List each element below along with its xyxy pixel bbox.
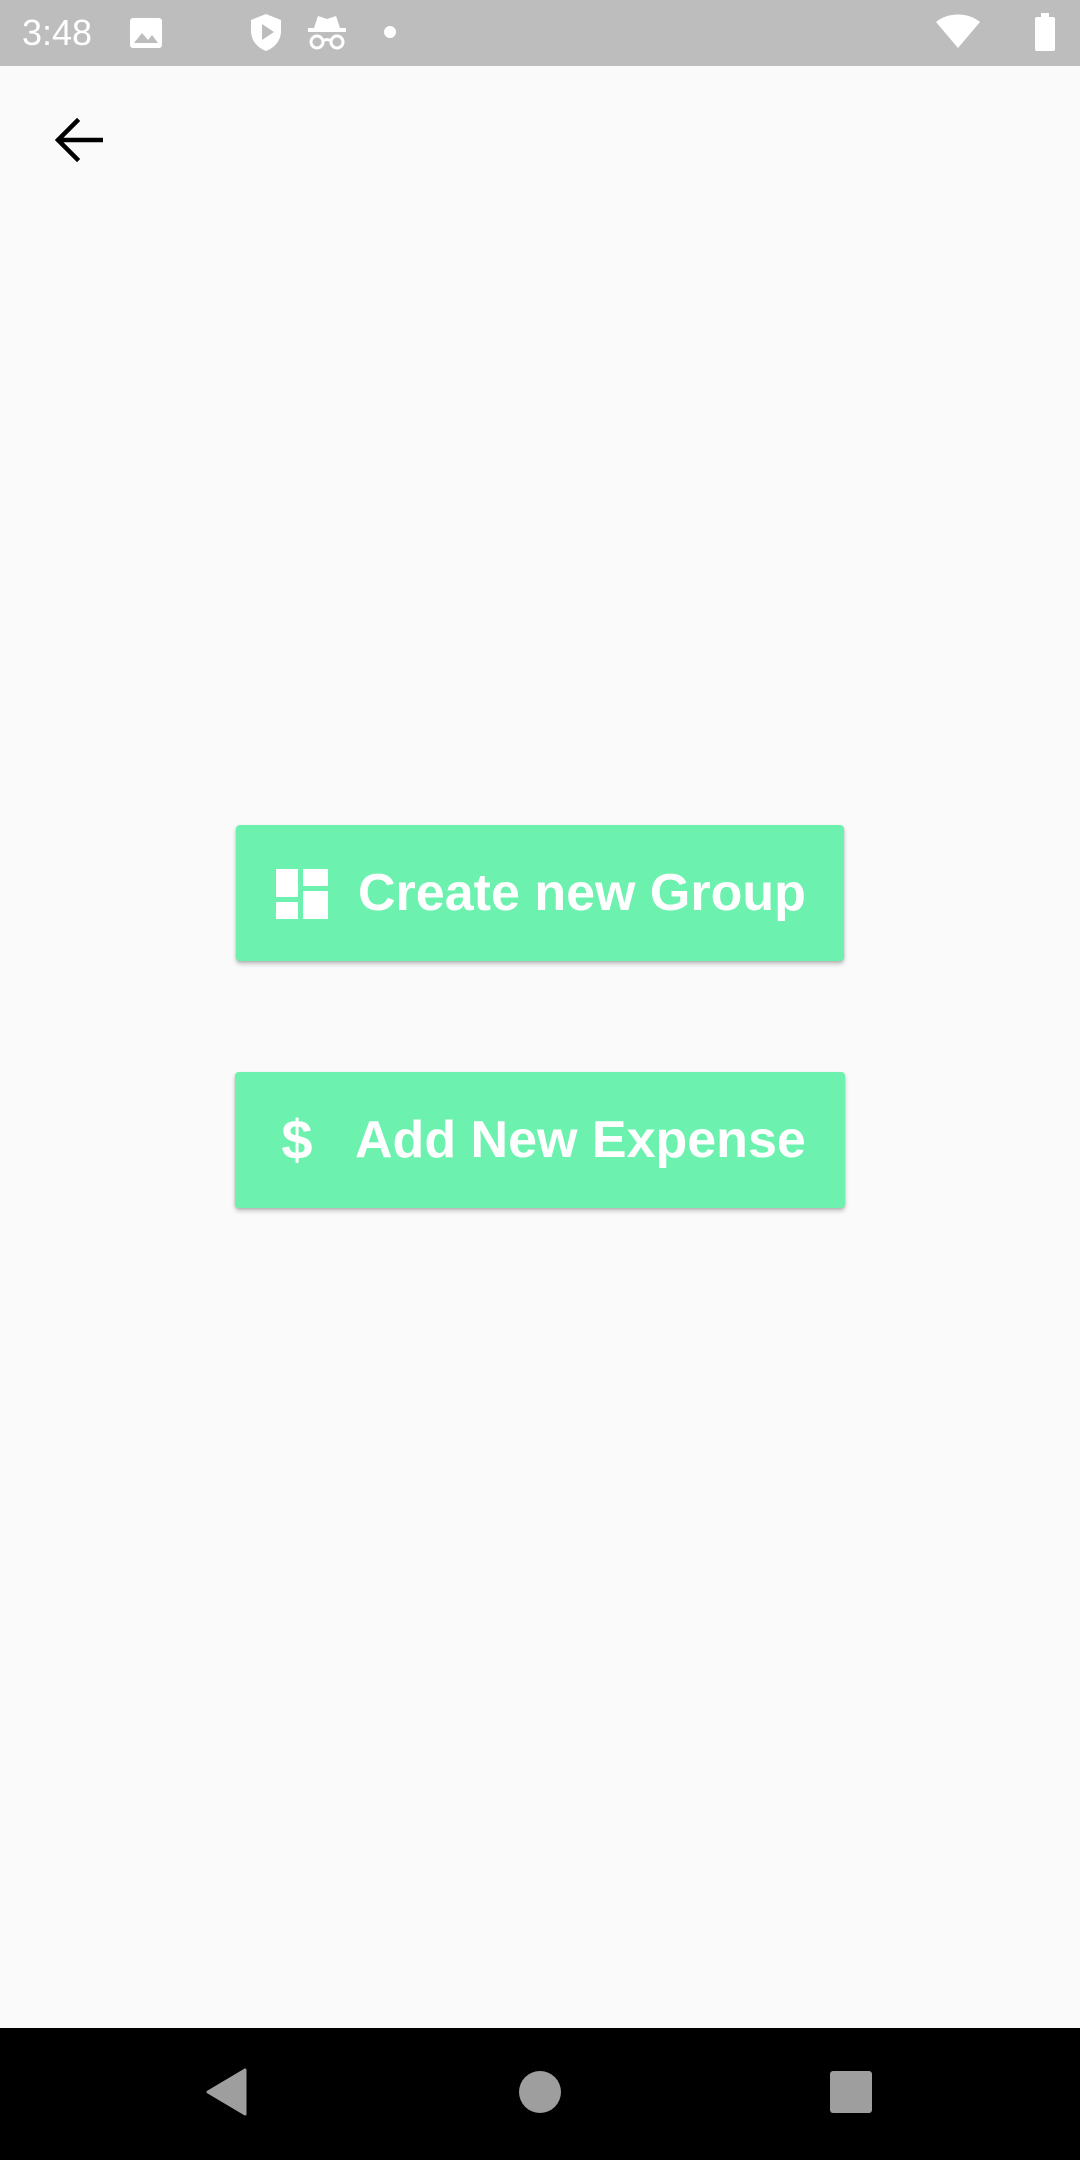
add-expense-label: Add New Expense [355,1111,806,1169]
arrow-back-icon [53,117,104,167]
navigation-bar [0,2028,1080,2160]
back-triangle-icon [205,2068,247,2121]
battery-icon [1034,12,1056,51]
dollar-symbol: $ [281,1108,313,1171]
add-expense-button[interactable]: $ Add New Expense [235,1072,845,1208]
back-button[interactable] [38,102,118,182]
nav-recents-button[interactable] [785,2028,917,2160]
create-group-button[interactable]: Create new Group [236,825,844,961]
incognito-icon [306,12,348,50]
wifi-icon [935,14,981,52]
dollar-icon: $ [275,1112,319,1168]
nav-home-button[interactable] [474,2028,606,2160]
nav-back-button[interactable] [160,2028,292,2160]
play-protect-icon [248,12,284,51]
status-bar: 3:48 [0,0,1080,66]
recents-square-icon [830,2070,872,2118]
dashboard-icon [276,869,328,919]
image-icon [128,16,164,54]
status-time: 3:48 [22,12,93,53]
home-circle-icon [518,2070,562,2119]
create-group-label: Create new Group [358,864,806,922]
dot-icon [383,25,397,63]
